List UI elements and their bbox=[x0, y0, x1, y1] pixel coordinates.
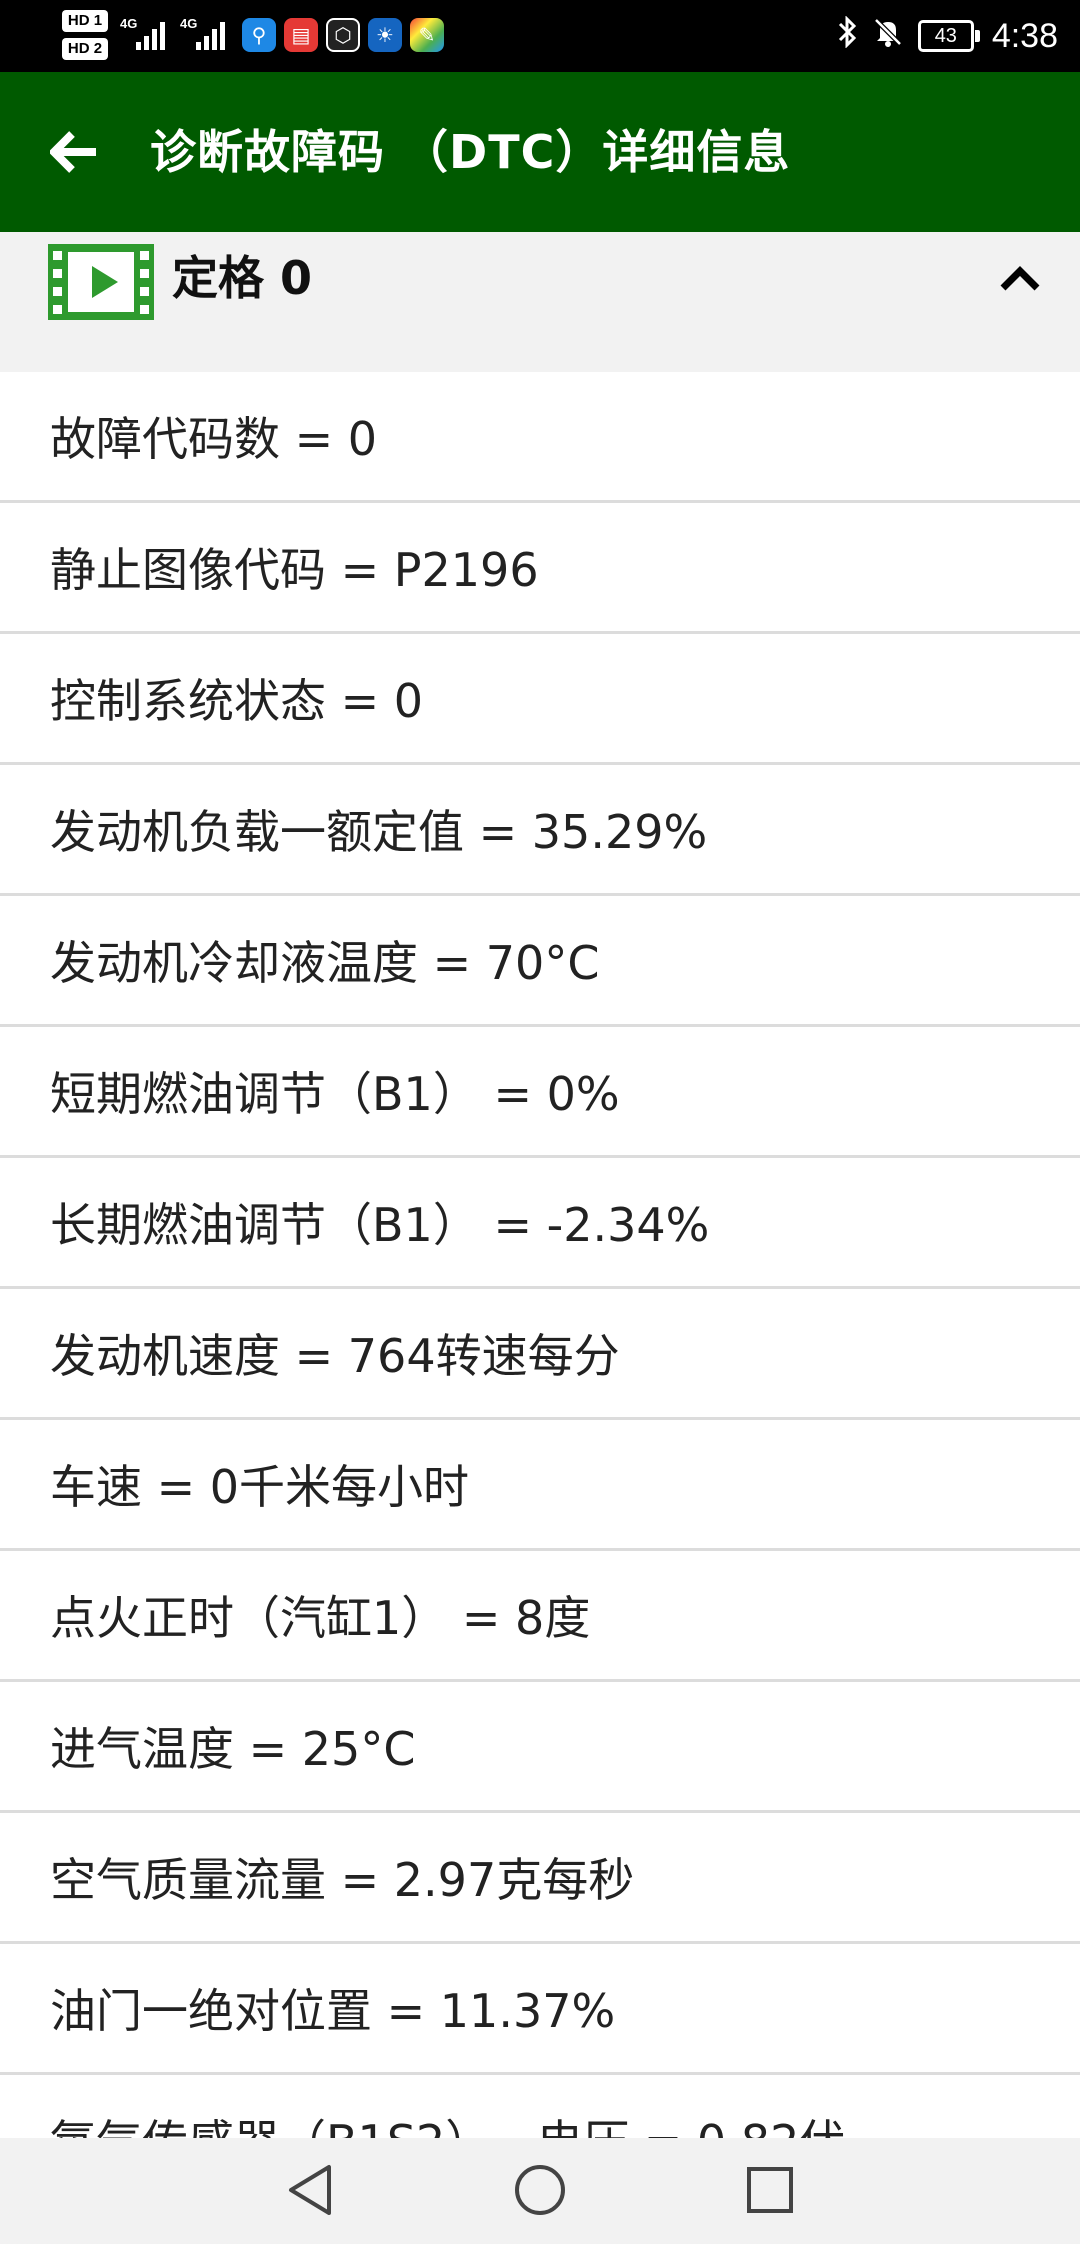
book-app-icon: ▤ bbox=[284, 18, 318, 52]
status-bar: HD 1 HD 2 4G 4G ⚲ ▤ ⬡ ☀ ✎ 43 4:38 bbox=[0, 0, 1080, 72]
recents-square-icon bbox=[747, 2167, 793, 2213]
hexagon-app-icon: ⬡ bbox=[326, 18, 360, 52]
home-circle-icon bbox=[515, 2165, 565, 2215]
freeze-frame-list: 故障代码数 = 0 静止图像代码 = P2196 控制系统状态 = 0 发动机负… bbox=[0, 372, 1080, 2140]
list-item: 点火正时（汽缸1） = 8度 bbox=[0, 1551, 1080, 1682]
page-title: 诊断故障码 （DTC）详细信息 bbox=[150, 125, 791, 179]
list-item: 空气质量流量 = 2.97克每秒 bbox=[0, 1813, 1080, 1944]
status-right: 43 4:38 bbox=[836, 0, 1058, 72]
clock: 4:38 bbox=[991, 16, 1058, 55]
battery-indicator: 43 bbox=[917, 20, 980, 52]
search-app-icon: ⚲ bbox=[242, 18, 276, 52]
list-item: 静止图像代码 = P2196 bbox=[0, 503, 1080, 634]
signal-bars-1-icon bbox=[136, 20, 168, 50]
arrow-left-icon bbox=[50, 131, 96, 173]
list-item: 发动机负载一额定值 = 35.29% bbox=[0, 765, 1080, 896]
nav-recents-button[interactable] bbox=[740, 2160, 800, 2220]
list-item: 短期燃油调节（B1） = 0% bbox=[0, 1027, 1080, 1158]
nav-home-button[interactable] bbox=[510, 2160, 570, 2220]
sim2-badge: HD 2 bbox=[62, 38, 108, 60]
back-button[interactable] bbox=[36, 114, 112, 190]
screen: HD 1 HD 2 4G 4G ⚲ ▤ ⬡ ☀ ✎ 43 4:38 诊断故障码 … bbox=[0, 0, 1080, 2244]
collapse-button[interactable] bbox=[988, 250, 1052, 306]
signal-bars-2-icon bbox=[196, 20, 228, 50]
sim1-badge: HD 1 bbox=[62, 10, 108, 32]
list-item: 发动机冷却液温度 = 70°C bbox=[0, 896, 1080, 1027]
network-type-1: 4G bbox=[120, 16, 138, 31]
list-item: 氧气传感器（B1S2） - 电压 = 0.82伏 bbox=[0, 2075, 1080, 2140]
back-triangle-icon bbox=[289, 2165, 331, 2215]
network-type-2: 4G bbox=[180, 16, 198, 31]
system-nav-bar bbox=[0, 2138, 1080, 2244]
nav-back-button[interactable] bbox=[280, 2160, 340, 2220]
paint-app-icon: ✎ bbox=[410, 18, 444, 52]
bluetooth-icon bbox=[836, 15, 858, 56]
mute-icon bbox=[872, 16, 904, 56]
list-item: 车速 = 0千米每小时 bbox=[0, 1420, 1080, 1551]
freeze-frame-header[interactable]: 定格 0 bbox=[0, 232, 1080, 372]
film-icon bbox=[48, 244, 154, 320]
list-item: 油门一绝对位置 = 11.37% bbox=[0, 1944, 1080, 2075]
list-item: 进气温度 = 25°C bbox=[0, 1682, 1080, 1813]
list-item: 长期燃油调节（B1） = -2.34% bbox=[0, 1158, 1080, 1289]
sim-badges: HD 1 HD 2 bbox=[62, 10, 110, 64]
list-item: 发动机速度 = 764转速每分 bbox=[0, 1289, 1080, 1420]
list-item: 控制系统状态 = 0 bbox=[0, 634, 1080, 765]
chevron-up-icon bbox=[1000, 266, 1040, 291]
app-bar: 诊断故障码 （DTC）详细信息 bbox=[0, 72, 1080, 232]
bulb-app-icon: ☀ bbox=[368, 18, 402, 52]
list-item: 故障代码数 = 0 bbox=[0, 372, 1080, 503]
section-title: 定格 0 bbox=[172, 251, 313, 305]
